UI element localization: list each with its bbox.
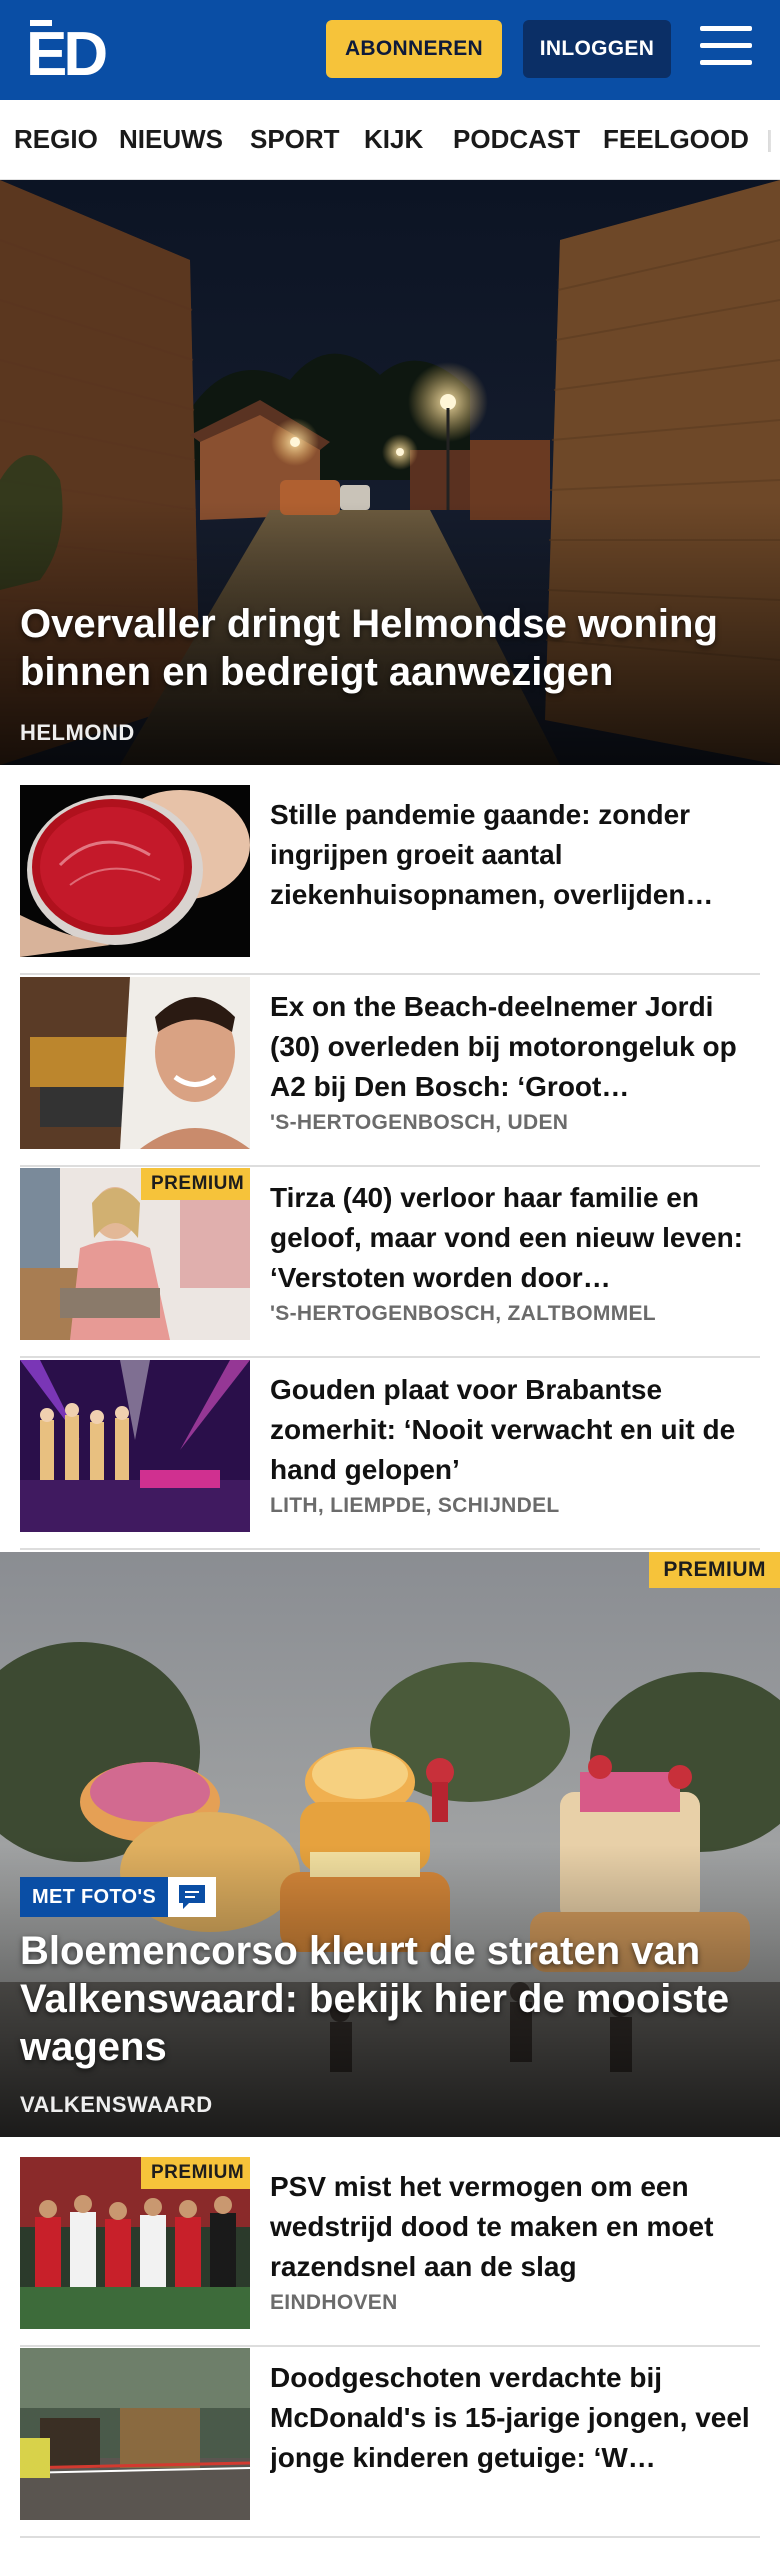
premium-badge: PREMIUM [141,1168,250,1200]
hero2-location: VALKENSWAARD [20,2092,213,2117]
article-thumbnail [20,785,250,957]
list-item[interactable]: PREMIUM Tirza (40) verloor haar familie … [20,1168,760,1358]
site-logo[interactable]: ED [26,20,118,78]
subscribe-button[interactable]: ABONNEREN [326,20,502,78]
comment-icon [168,1877,217,1917]
article-headline[interactable]: Ex on the Beach-deelnemer Jordi (30) ove… [270,987,760,1107]
list-item[interactable]: Doodgeschoten verdachte bij McDonald's i… [20,2348,760,2538]
nav-item-feelgood[interactable]: FEELGOOD [603,124,749,155]
hero2-headline[interactable]: Bloemencorso kleurt de straten van Valke… [20,1927,765,2071]
hamburger-menu-icon[interactable] [700,26,752,72]
article-headline[interactable]: Tirza (40) verloor haar familie en geloo… [270,1178,760,1298]
nav-item-kijk[interactable]: KIJK [364,124,423,155]
article-location: EINDHOVEN [270,2291,398,2314]
premium-badge: PREMIUM [141,2157,250,2189]
article-location: 'S-HERTOGENBOSCH, ZALTBOMMEL [270,1302,656,1325]
article-thumbnail: PREMIUM [20,2157,250,2329]
nav-item-regio[interactable]: REGIO [14,124,98,155]
article-location: LITH, LIEMPDE, SCHIJNDEL [270,1494,560,1517]
photo-gallery-tag: MET FOTO'S [20,1877,217,1917]
hero-location: HELMOND [20,720,135,745]
nav-item-sport[interactable]: SPORT [250,124,340,155]
login-button[interactable]: INLOGGEN [523,20,671,78]
hero-article[interactable]: Overvaller dringt Helmondse woning binne… [0,180,780,765]
article-headline[interactable]: Gouden plaat voor Brabantse zomerhit: ‘N… [270,1370,760,1490]
nav-item-nieuws[interactable]: NIEUWS [119,124,223,155]
article-thumbnail: PREMIUM [20,1168,250,1340]
svg-text:ED: ED [26,20,106,78]
hero-headline[interactable]: Overvaller dringt Helmondse woning binne… [20,600,760,696]
article-headline[interactable]: PSV mist het vermogen om een wedstrijd d… [270,2167,760,2287]
nav-item-podcast[interactable]: PODCAST [453,124,580,155]
article-location: 'S-HERTOGENBOSCH, UDEN [270,1111,569,1134]
article-thumbnail [20,977,250,1149]
article-headline[interactable]: Doodgeschoten verdachte bij McDonald's i… [270,2358,760,2478]
list-item[interactable]: Ex on the Beach-deelnemer Jordi (30) ove… [20,977,760,1167]
site-header: ED ABONNEREN INLOGGEN [0,0,780,100]
list-item[interactable]: Stille pandemie gaande: zonder ingrijpen… [20,785,760,975]
list-item[interactable]: Gouden plaat voor Brabantse zomerhit: ‘N… [20,1360,760,1550]
article-headline[interactable]: Stille pandemie gaande: zonder ingrijpen… [270,795,760,915]
premium-badge: PREMIUM [649,1552,780,1588]
article-thumbnail [20,1360,250,1532]
photo-tag-label: MET FOTO'S [20,1877,169,1917]
section-nav: REGIO NIEUWS SPORT KIJK PODCAST FEELGOOD [0,100,780,180]
article-thumbnail [20,2348,250,2520]
list-item[interactable]: PREMIUM PSV mist het vermogen om een wed… [20,2157,760,2347]
